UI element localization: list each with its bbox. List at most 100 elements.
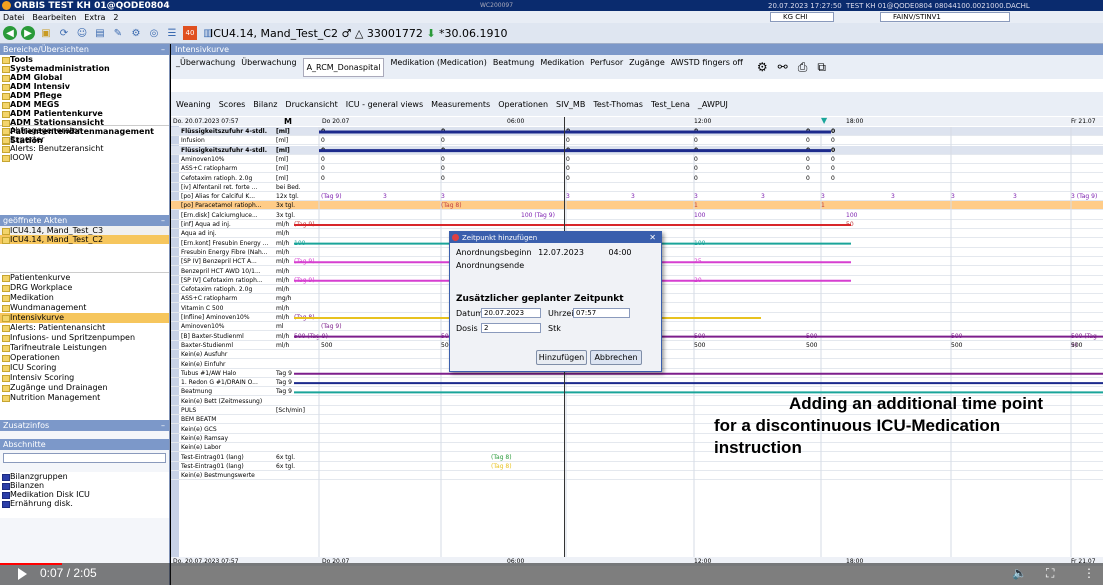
sidebar-section-sections[interactable]: Abschnitte [0, 439, 169, 450]
sidebar-item-6[interactable]: ADM Patientenkurve [0, 109, 169, 118]
gender-icon: ♂ △ [341, 26, 367, 40]
view-item-1[interactable]: DRG Workplace [0, 283, 169, 293]
person-icon[interactable]: ☺ [75, 26, 89, 40]
sidebar-areas-list: Tools Systemadministration ADM Global ADM I… [0, 55, 169, 145]
fullscreen-icon[interactable]: ⛶ [1046, 566, 1054, 581]
sidebar-tool-1[interactable]: Experter [0, 135, 169, 144]
view-item-5[interactable]: Alerts: Patientenansicht [0, 323, 169, 333]
tab2-3[interactable]: Druckansicht [285, 100, 337, 109]
tab2-1[interactable]: Scores [219, 100, 246, 109]
volume-icon[interactable]: 🔈 [1012, 566, 1027, 580]
tab2-6[interactable]: Operationen [498, 100, 548, 109]
tab2-5[interactable]: Measurements [431, 100, 490, 109]
section-item-2[interactable]: Medikation Disk ICU [0, 490, 169, 499]
more-options-icon[interactable]: ⋮ [1083, 566, 1095, 580]
menu-extra[interactable]: Extra [84, 13, 105, 22]
sidebar-section-areas[interactable]: Bereiche/Übersichten – [0, 44, 169, 55]
view-item-4[interactable]: Intensivkurve [0, 313, 169, 323]
settings-icon[interactable]: ⚙ [757, 60, 768, 75]
view-item-3[interactable]: Wundmanagement [0, 303, 169, 313]
tab2-4[interactable]: ICU - general views [346, 100, 423, 109]
tab2-10[interactable]: _AWPUJ [698, 100, 728, 109]
kg-selector[interactable]: KG CHI [770, 12, 834, 22]
sidebar-tool-2[interactable]: Alerts: Benutzeransicht [0, 144, 169, 153]
number-badge-icon[interactable]: 40 [183, 26, 197, 40]
tab2-8[interactable]: Test-Thomas [593, 100, 643, 109]
video-progress-bar[interactable] [0, 563, 62, 565]
close-icon[interactable]: ✕ [649, 233, 656, 242]
settings-icon[interactable]: ⚙ [129, 26, 143, 40]
tab-7[interactable]: Zugänge [629, 58, 665, 77]
view-item-0[interactable]: Patientenkurve [0, 273, 169, 283]
caption-line-3: instruction [714, 438, 802, 457]
dialog-title: Zeitpunkt hinzufügen [462, 233, 538, 242]
tab2-9[interactable]: Test_Lena [651, 100, 690, 109]
view-item-12[interactable]: Nutrition Management [0, 393, 169, 403]
sidebar-tool-3[interactable]: IOOW [0, 153, 169, 162]
add-time-point-dialog: Zeitpunkt hinzufügen ✕ Anordnungsbeginn … [449, 231, 662, 372]
date-input[interactable]: 20.07.2023 [481, 308, 541, 318]
caption-line-1: Adding an additional time point [789, 394, 1044, 413]
tab-5[interactable]: Medikation [540, 58, 584, 77]
play-icon[interactable] [18, 568, 27, 580]
print-icon[interactable]: ⎙ [798, 60, 808, 75]
tab-3[interactable]: Medikation (Medication) [390, 58, 486, 77]
view-item-9[interactable]: ICU Scoring [0, 363, 169, 373]
sidebar-item-1[interactable]: Systemadministration [0, 64, 169, 73]
view-item-8[interactable]: Operationen [0, 353, 169, 363]
fainv-selector[interactable]: FAINV/STINV1 [880, 12, 1010, 22]
window-right-text: TEST KH 01@QODE0804 08044100.0021000.DAC… [846, 1, 1030, 10]
order-end-label: Anordnungsende [456, 261, 525, 270]
view-item-2[interactable]: Medikation [0, 293, 169, 303]
network-icon[interactable]: ⚯ [778, 60, 788, 75]
refresh-icon[interactable]: ⟳ [57, 26, 71, 40]
view-item-6[interactable]: Infusions- und Spritzenpumpen [0, 333, 169, 343]
open-file-1[interactable]: ICU4.14, Mand_Test_C2 [0, 235, 169, 244]
window-time: 20.07.2023 17:27:50 [768, 1, 842, 10]
view-item-7[interactable]: Tarifneutrale Leistungen [0, 343, 169, 353]
section-item-1[interactable]: Bilanzen [0, 481, 169, 490]
sections-search-input[interactable] [3, 453, 166, 463]
open-file-0[interactable]: ICU4.14, Mand_Test_C3 [0, 226, 169, 235]
dose-input[interactable]: 2 [481, 323, 541, 333]
folder-icon[interactable]: ▣ [39, 26, 53, 40]
tab2-7[interactable]: SIV_MB [556, 100, 585, 109]
tab2-0[interactable]: Weaning [176, 100, 211, 109]
section-item-0[interactable]: Bilanzgruppen [0, 472, 169, 481]
document-icon[interactable]: ▤ [93, 26, 107, 40]
edit-icon[interactable]: ✎ [111, 26, 125, 40]
export-icon[interactable]: ⧉ [817, 60, 826, 75]
cancel-button[interactable]: Abbrechen [590, 350, 642, 365]
time-input[interactable]: 07:57 [573, 308, 630, 318]
main-panel-title: Intensivkurve [171, 44, 1103, 55]
tab2-2[interactable]: Bilanz [253, 100, 277, 109]
patient-birth: *30.06.1910 [439, 26, 508, 40]
window-center-text: WC200097 [480, 2, 514, 9]
search-icon[interactable]: ◎ [147, 26, 161, 40]
date-label: Datum [456, 309, 484, 318]
forward-icon[interactable]: ▶ [21, 26, 35, 40]
list-icon[interactable]: ☰ [165, 26, 179, 40]
sidebar-section-open-files[interactable]: geöffnete Akten – [0, 215, 169, 226]
tab-2[interactable]: A_RCM_Donaspital [302, 57, 385, 77]
menu-2[interactable]: 2 [113, 13, 118, 22]
sidebar-item-5[interactable]: ADM MEGS [0, 100, 169, 109]
menu-datei[interactable]: Datei [3, 13, 24, 22]
sidebar-section-extra-info[interactable]: Zusatzinfos – [0, 420, 169, 431]
add-button[interactable]: Hinzufügen [536, 350, 587, 365]
tab-1[interactable]: Überwachung [241, 58, 296, 77]
back-icon[interactable]: ◀ [3, 26, 17, 40]
view-item-10[interactable]: Intensiv Scoring [0, 373, 169, 383]
menu-bearbeiten[interactable]: Bearbeiten [32, 13, 76, 22]
section-item-3[interactable]: Ernährung disk. [0, 499, 169, 508]
sidebar-item-0[interactable]: Tools [0, 55, 169, 64]
view-item-11[interactable]: Zugänge und Drainagen [0, 383, 169, 393]
sidebar-item-3[interactable]: ADM Intensiv [0, 82, 169, 91]
tab-6[interactable]: Perfusor [590, 58, 623, 77]
sidebar-tool-0[interactable]: Abfragegenerator [0, 126, 169, 135]
tab-4[interactable]: Beatmung [493, 58, 534, 77]
sidebar-item-4[interactable]: ADM Pflege [0, 91, 169, 100]
tab-0[interactable]: _Überwachung [176, 58, 235, 77]
sidebar-item-2[interactable]: ADM Global [0, 73, 169, 82]
tab-8[interactable]: AWSTD fingers off [671, 58, 743, 77]
